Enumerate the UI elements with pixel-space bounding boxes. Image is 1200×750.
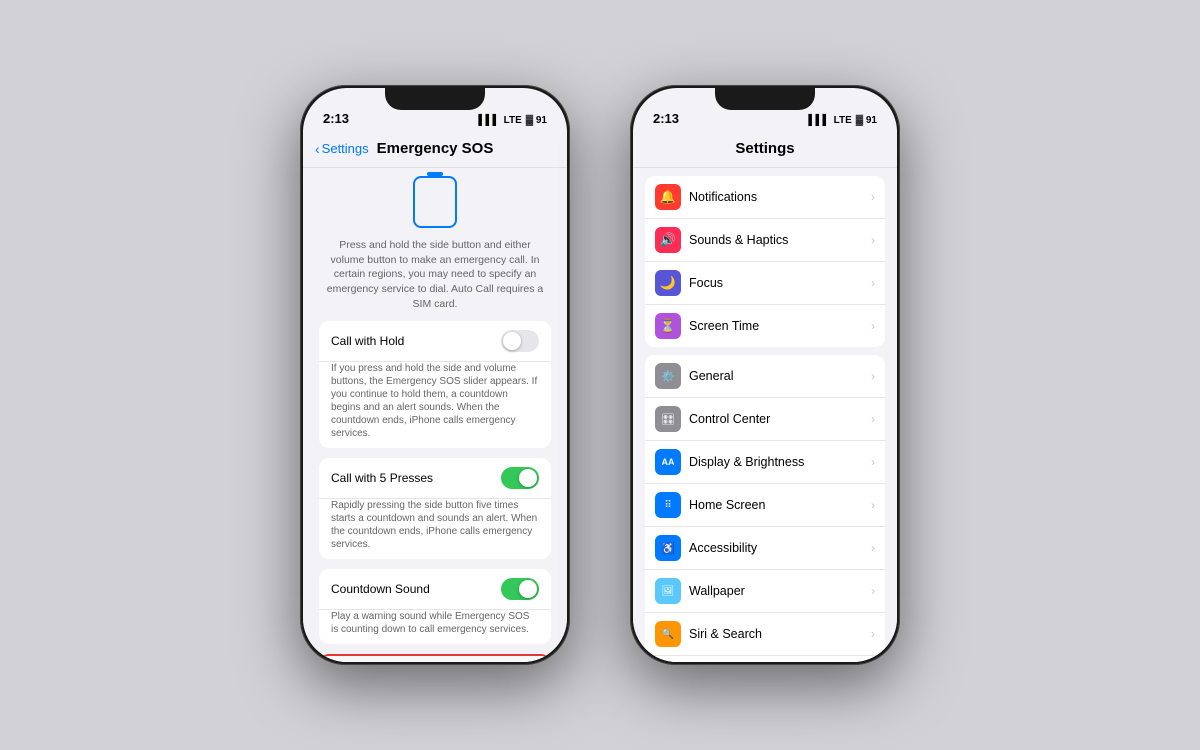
screentime-icon: ⏳ (655, 313, 681, 339)
settings-nav-title: Settings (735, 140, 794, 157)
general-chevron: › (871, 369, 875, 383)
list-item-controlcenter[interactable]: 🎛 Control Center › (645, 398, 885, 441)
notch-right (715, 88, 815, 110)
signal-icon-left: ▌▌▌ (478, 115, 499, 126)
countdown-sound-group: Countdown Sound Play a warning sound whi… (319, 569, 551, 644)
back-label-left[interactable]: Settings (322, 141, 369, 156)
crash-detection-header: CRASH DETECTION (321, 656, 549, 662)
controlcenter-chevron: › (871, 412, 875, 426)
homescreen-chevron: › (871, 498, 875, 512)
call-5presses-group: Call with 5 Presses Rapidly pressing the… (319, 458, 551, 559)
list-item-screentime[interactable]: ⏳ Screen Time › (645, 305, 885, 347)
list-item-notifications[interactable]: 🔔 Notifications › (645, 176, 885, 219)
siri-label: Siri & Search (689, 627, 871, 641)
phone-diagram (319, 176, 551, 228)
focus-chevron: › (871, 276, 875, 290)
focus-label: Focus (689, 276, 871, 290)
sounds-label: Sounds & Haptics (689, 233, 871, 247)
screentime-chevron: › (871, 319, 875, 333)
general-icon: ⚙️ (655, 363, 681, 389)
call-hold-group: Call with Hold If you press and hold the… (319, 321, 551, 448)
list-item-siri[interactable]: 🔍 Siri & Search › (645, 613, 885, 656)
call-hold-toggle[interactable] (501, 330, 539, 352)
call-hold-knob (503, 332, 521, 350)
status-icons-right: ▌▌▌ LTE ▓ 91 (808, 115, 877, 126)
network-icon-left: LTE (504, 115, 522, 126)
list-item-general[interactable]: ⚙️ General › (645, 355, 885, 398)
notifications-chevron: › (871, 190, 875, 204)
list-item-accessibility[interactable]: ♿ Accessibility › (645, 527, 885, 570)
back-chevron-left: ‹ (315, 141, 320, 157)
countdown-sound-row[interactable]: Countdown Sound (319, 569, 551, 610)
back-button-left[interactable]: ‹ Settings (315, 141, 369, 157)
accessibility-icon: ♿ (655, 535, 681, 561)
controlcenter-label: Control Center (689, 412, 871, 426)
call-5presses-toggle[interactable] (501, 467, 539, 489)
settings-group-1: 🔔 Notifications › 🔊 Sounds & Haptics › 🌙 (645, 176, 885, 347)
general-label: General (689, 369, 871, 383)
crash-detection-group: CRASH DETECTION Call After Severe Crash … (319, 654, 551, 662)
countdown-sound-desc: Play a warning sound while Emergency SOS… (319, 610, 551, 644)
list-item-homescreen[interactable]: ⠿ Home Screen › (645, 484, 885, 527)
display-icon: AA (655, 449, 681, 475)
countdown-sound-knob (519, 580, 537, 598)
battery-icon-right: ▓ 91 (856, 115, 877, 126)
call-5presses-knob (519, 469, 537, 487)
sounds-chevron: › (871, 233, 875, 247)
wallpaper-label: Wallpaper (689, 584, 871, 598)
settings-group-2: ⚙️ General › 🎛 Control Center › AA (645, 355, 885, 662)
siri-icon: 🔍 (655, 621, 681, 647)
call-5presses-label: Call with 5 Presses (331, 471, 433, 485)
display-chevron: › (871, 455, 875, 469)
battery-icon-left: ▓ 91 (526, 115, 547, 126)
screentime-label: Screen Time (689, 319, 871, 333)
display-label: Display & Brightness (689, 455, 871, 469)
homescreen-label: Home Screen (689, 498, 871, 512)
notifications-icon: 🔔 (655, 184, 681, 210)
accessibility-label: Accessibility (689, 541, 871, 555)
phone-diagram-inner (413, 176, 457, 228)
status-icons-left: ▌▌▌ LTE ▓ 91 (478, 115, 547, 126)
status-time-right: 2:13 (653, 111, 679, 126)
countdown-sound-toggle[interactable] (501, 578, 539, 600)
list-item-wallpaper[interactable]: 🖼 Wallpaper › (645, 570, 885, 613)
list-item-display[interactable]: AA Display & Brightness › (645, 441, 885, 484)
call-hold-desc: If you press and hold the side and volum… (319, 362, 551, 448)
list-item-focus[interactable]: 🌙 Focus › (645, 262, 885, 305)
signal-icon-right: ▌▌▌ (808, 115, 829, 126)
nav-title-left: Emergency SOS (377, 140, 494, 157)
list-item-sounds[interactable]: 🔊 Sounds & Haptics › (645, 219, 885, 262)
wallpaper-chevron: › (871, 584, 875, 598)
call-hold-label: Call with Hold (331, 334, 404, 348)
notifications-label: Notifications (689, 190, 871, 204)
phone-left: 2:13 ▌▌▌ LTE ▓ 91 ‹ Settings Emergency S… (300, 85, 570, 665)
notch-left (385, 88, 485, 110)
network-icon-right: LTE (834, 115, 852, 126)
homescreen-icon: ⠿ (655, 492, 681, 518)
sounds-icon: 🔊 (655, 227, 681, 253)
call-5presses-row[interactable]: Call with 5 Presses (319, 458, 551, 499)
countdown-sound-label: Countdown Sound (331, 582, 430, 596)
list-item-faceid[interactable]: 👤 Face ID & Passcode › (645, 656, 885, 662)
call-hold-row[interactable]: Call with Hold (319, 321, 551, 362)
sos-description: Press and hold the side button and eithe… (319, 238, 551, 311)
phone-right: 2:13 ▌▌▌ LTE ▓ 91 Settings 🔔 Notificatio… (630, 85, 900, 665)
wallpaper-icon: 🖼 (655, 578, 681, 604)
sos-screen-content: Press and hold the side button and eithe… (303, 168, 567, 662)
settings-nav-bar: Settings (633, 130, 897, 168)
status-time-left: 2:13 (323, 111, 349, 126)
call-5presses-desc: Rapidly pressing the side button five ti… (319, 499, 551, 559)
focus-icon: 🌙 (655, 270, 681, 296)
settings-list-content: 🔔 Notifications › 🔊 Sounds & Haptics › 🌙 (633, 168, 897, 662)
nav-bar-left: ‹ Settings Emergency SOS (303, 130, 567, 168)
siri-chevron: › (871, 627, 875, 641)
accessibility-chevron: › (871, 541, 875, 555)
controlcenter-icon: 🎛 (655, 406, 681, 432)
